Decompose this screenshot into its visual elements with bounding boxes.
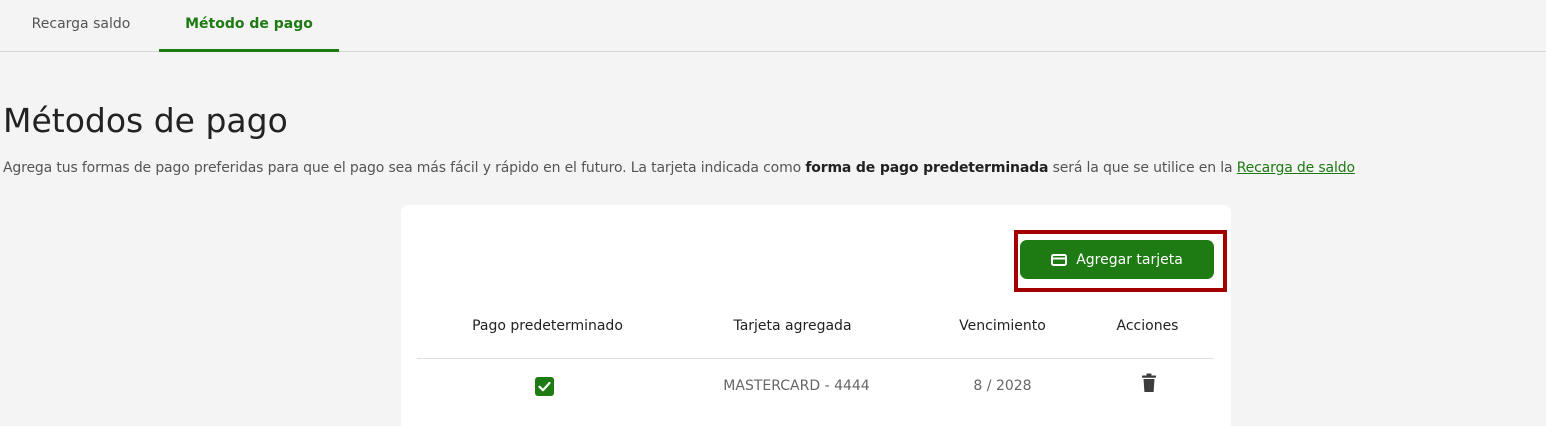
tab-bar: Recarga saldo Método de pago bbox=[0, 0, 1546, 52]
table-divider bbox=[417, 358, 1214, 359]
tab-metodo-de-pago[interactable]: Método de pago bbox=[159, 0, 339, 52]
default-payment-checkbox[interactable] bbox=[535, 377, 554, 396]
description-text-start: Agrega tus formas de pago preferidas par… bbox=[3, 160, 806, 176]
check-icon bbox=[538, 381, 551, 392]
column-header-actions: Acciones bbox=[1116, 318, 1179, 334]
tab-recarga-saldo[interactable]: Recarga saldo bbox=[0, 0, 162, 49]
trash-icon[interactable] bbox=[1141, 373, 1157, 393]
column-header-default-payment: Pago predeterminado bbox=[472, 318, 623, 334]
page-title: Métodos de pago bbox=[3, 101, 288, 140]
recarga-de-saldo-link[interactable]: Recarga de saldo bbox=[1237, 160, 1355, 176]
add-card-label: Agregar tarjeta bbox=[1076, 251, 1183, 268]
credit-card-icon bbox=[1051, 253, 1068, 266]
expiry-cell: 8 / 2028 bbox=[973, 378, 1032, 394]
description-text-end: será la que se utilice en la bbox=[1048, 160, 1237, 176]
add-card-button[interactable]: Agregar tarjeta bbox=[1020, 240, 1214, 279]
card-name-cell: MASTERCARD - 4444 bbox=[723, 378, 870, 394]
column-header-expiry: Vencimiento bbox=[959, 318, 1046, 334]
description-emphasis: forma de pago predeterminada bbox=[805, 160, 1049, 176]
column-header-added-card: Tarjeta agregada bbox=[733, 318, 852, 334]
page-description: Agrega tus formas de pago preferidas par… bbox=[3, 160, 1355, 176]
